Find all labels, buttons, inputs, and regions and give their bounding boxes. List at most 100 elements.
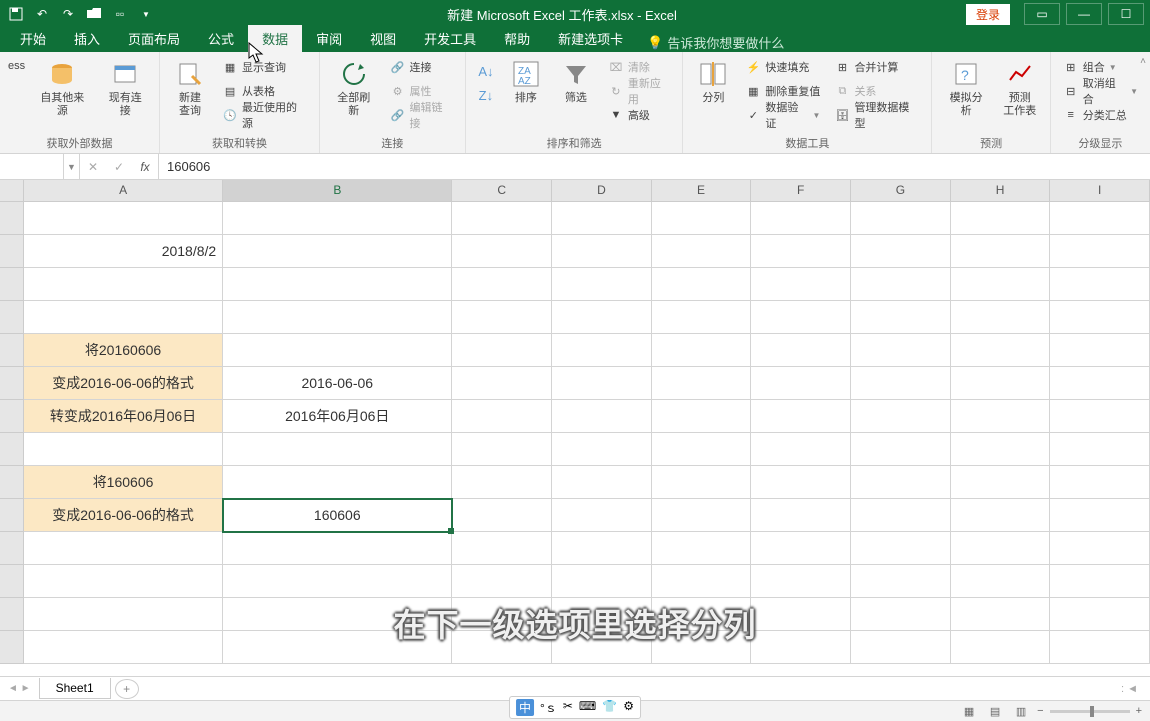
cell[interactable] (24, 433, 223, 466)
new-query-button[interactable]: 新建 查询 (168, 56, 212, 120)
cell[interactable] (951, 565, 1051, 598)
cell[interactable] (1050, 565, 1150, 598)
consolidate-button[interactable]: ⊞合并计算 (830, 56, 923, 78)
cell[interactable] (851, 466, 951, 499)
row-header[interactable] (0, 499, 24, 532)
cell[interactable] (1050, 532, 1150, 565)
data-model-button[interactable]: 🗄管理数据模型 (830, 104, 923, 126)
filter-button[interactable]: 筛选 (554, 56, 598, 107)
cancel-icon[interactable]: ✕ (80, 160, 106, 174)
cell[interactable] (552, 202, 652, 235)
cell[interactable] (1050, 466, 1150, 499)
tab-help[interactable]: 帮助 (490, 25, 544, 52)
sheet-nav[interactable]: ◄ ► (8, 683, 39, 694)
row-header[interactable] (0, 433, 24, 466)
subtotal-button[interactable]: ≡分类汇总 (1059, 104, 1142, 126)
login-button[interactable]: 登录 (966, 4, 1010, 25)
cell[interactable] (1050, 433, 1150, 466)
cell[interactable] (1050, 598, 1150, 631)
cell[interactable] (951, 301, 1051, 334)
cell[interactable] (751, 202, 851, 235)
recent-sources-button[interactable]: 🕓最近使用的源 (218, 104, 311, 126)
cell[interactable] (652, 202, 752, 235)
ime-scissors-icon[interactable]: ✂ (563, 699, 573, 716)
tell-me-search[interactable]: 💡 告诉我你想要做什么 (647, 33, 784, 52)
cell[interactable] (951, 202, 1051, 235)
cell[interactable] (751, 631, 851, 664)
refresh-all-button[interactable]: 全部刷新 (328, 56, 380, 120)
cell[interactable] (1050, 400, 1150, 433)
cell[interactable] (652, 466, 752, 499)
cell[interactable] (223, 532, 452, 565)
cell[interactable] (1050, 367, 1150, 400)
cell[interactable] (751, 499, 851, 532)
cell[interactable] (24, 268, 223, 301)
tab-formula[interactable]: 公式 (194, 25, 248, 52)
cell[interactable] (223, 268, 452, 301)
zoom-out-icon[interactable]: − (1037, 705, 1043, 717)
cell[interactable] (1050, 631, 1150, 664)
cell[interactable] (851, 334, 951, 367)
cell[interactable] (1050, 235, 1150, 268)
cell[interactable] (223, 598, 452, 631)
cell[interactable] (552, 301, 652, 334)
cell[interactable] (452, 433, 552, 466)
cell[interactable]: 2018/8/2 (24, 235, 223, 268)
cell[interactable] (652, 499, 752, 532)
tab-layout[interactable]: 页面布局 (114, 25, 194, 52)
col-header-b[interactable]: B (223, 180, 452, 201)
collapse-ribbon-icon[interactable]: ˄ (1140, 56, 1146, 67)
cell[interactable] (452, 565, 552, 598)
cell[interactable] (452, 334, 552, 367)
cell[interactable] (552, 631, 652, 664)
cell[interactable] (652, 400, 752, 433)
cell[interactable] (552, 400, 652, 433)
ungroup-button[interactable]: ⊟取消组合 ▼ (1059, 80, 1142, 102)
row-header[interactable] (0, 598, 24, 631)
cell[interactable] (552, 598, 652, 631)
cell[interactable] (24, 598, 223, 631)
whatif-button[interactable]: ? 模拟分析 (940, 56, 991, 120)
cell[interactable] (652, 598, 752, 631)
col-header-a[interactable]: A (24, 180, 223, 201)
cell[interactable] (552, 565, 652, 598)
text-to-columns-button[interactable]: 分列 (691, 56, 735, 107)
ribbon-display-icon[interactable]: ▭ (1024, 3, 1060, 25)
cell[interactable] (452, 598, 552, 631)
sheet-tab[interactable]: Sheet1 (39, 678, 111, 699)
cell[interactable] (552, 532, 652, 565)
sheet-scroll[interactable]: : ◄ (1121, 683, 1138, 695)
cell[interactable] (223, 433, 452, 466)
cell[interactable] (452, 367, 552, 400)
cell[interactable] (851, 202, 951, 235)
select-all-corner[interactable] (0, 180, 24, 201)
show-queries-button[interactable]: ▦显示查询 (218, 56, 311, 78)
cell[interactable] (452, 235, 552, 268)
cell[interactable] (452, 532, 552, 565)
cell[interactable] (851, 565, 951, 598)
cell[interactable] (652, 268, 752, 301)
cell[interactable] (751, 532, 851, 565)
normal-view-icon[interactable]: ▦ (959, 703, 979, 719)
cell[interactable] (751, 268, 851, 301)
cell[interactable] (652, 334, 752, 367)
cell[interactable] (951, 598, 1051, 631)
cell[interactable] (951, 334, 1051, 367)
cell[interactable] (652, 532, 752, 565)
cell[interactable] (851, 631, 951, 664)
cell[interactable] (652, 631, 752, 664)
ime-gear-icon[interactable]: ⚙ (623, 699, 634, 716)
ime-zhong[interactable]: 中 (516, 699, 534, 716)
cell[interactable] (951, 433, 1051, 466)
cell[interactable] (223, 334, 452, 367)
row-header[interactable] (0, 235, 24, 268)
col-header-h[interactable]: H (951, 180, 1051, 201)
cell[interactable] (24, 532, 223, 565)
sort-za-button[interactable]: Z↓ (474, 84, 498, 106)
row-header[interactable] (0, 532, 24, 565)
cell[interactable] (951, 499, 1051, 532)
cell[interactable] (751, 466, 851, 499)
cell[interactable] (552, 499, 652, 532)
cell[interactable] (24, 631, 223, 664)
cell[interactable] (552, 433, 652, 466)
